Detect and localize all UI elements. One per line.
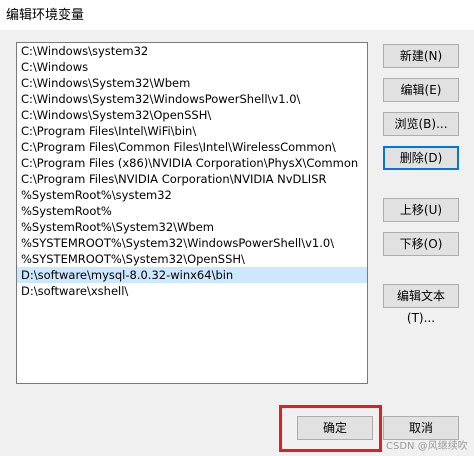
path-list-item[interactable]: C:\Program Files (x86)\NVIDIA Corporatio…	[17, 155, 367, 171]
new-button[interactable]: 新建(N)	[383, 44, 459, 68]
title-bar: 编辑环境变量	[0, 0, 474, 30]
path-list-item[interactable]: %SYSTEMROOT%\System32\WindowsPowerShell\…	[17, 235, 367, 251]
edit-text-button[interactable]: 编辑文本(T)...	[383, 284, 459, 325]
browse-button[interactable]: 浏览(B)...	[383, 112, 459, 136]
window-title: 编辑环境变量	[6, 8, 85, 23]
path-list-item[interactable]: %SystemRoot%\system32	[17, 187, 367, 203]
edit-env-variable-dialog: 编辑环境变量 C:\Windows\system32 C:\Windows C:\W…	[0, 0, 474, 456]
path-list-item[interactable]: %SystemRoot%	[17, 203, 367, 219]
path-list-item[interactable]: C:\Windows\System32\WindowsPowerShell\v1…	[17, 91, 367, 107]
path-list-item[interactable]: D:\software\xshell\	[17, 283, 367, 299]
move-down-button[interactable]: 下移(O)	[383, 232, 459, 256]
path-list-item[interactable]: %SYSTEMROOT%\System32\OpenSSH\	[17, 251, 367, 267]
delete-button[interactable]: 删除(D)	[383, 146, 459, 170]
move-up-button[interactable]: 上移(U)	[383, 198, 459, 222]
ok-highlight-annotation	[279, 405, 382, 452]
path-list-item[interactable]: C:\Program Files\Intel\WiFi\bin\	[17, 123, 367, 139]
path-list-item[interactable]: %SystemRoot%\System32\Wbem	[17, 219, 367, 235]
path-list-item[interactable]: C:\Windows\system32	[17, 43, 367, 59]
path-list-item[interactable]: C:\Windows\System32\OpenSSH\	[17, 107, 367, 123]
path-list-item[interactable]: C:\Windows	[17, 59, 367, 75]
path-list-item[interactable]: C:\Program Files\NVIDIA Corporation\NVID…	[17, 171, 367, 187]
path-list-item[interactable]: C:\Program Files\Common Files\Intel\Wire…	[17, 139, 367, 155]
path-list[interactable]: C:\Windows\system32 C:\Windows C:\Windows\…	[16, 42, 368, 384]
path-list-item[interactable]: D:\software\mysql-8.0.32-winx64\bin	[17, 267, 367, 283]
path-list-item[interactable]: C:\Windows\System32\Wbem	[17, 75, 367, 91]
watermark: CSDN @风继续吹	[386, 441, 468, 452]
edit-button[interactable]: 编辑(E)	[383, 78, 459, 102]
